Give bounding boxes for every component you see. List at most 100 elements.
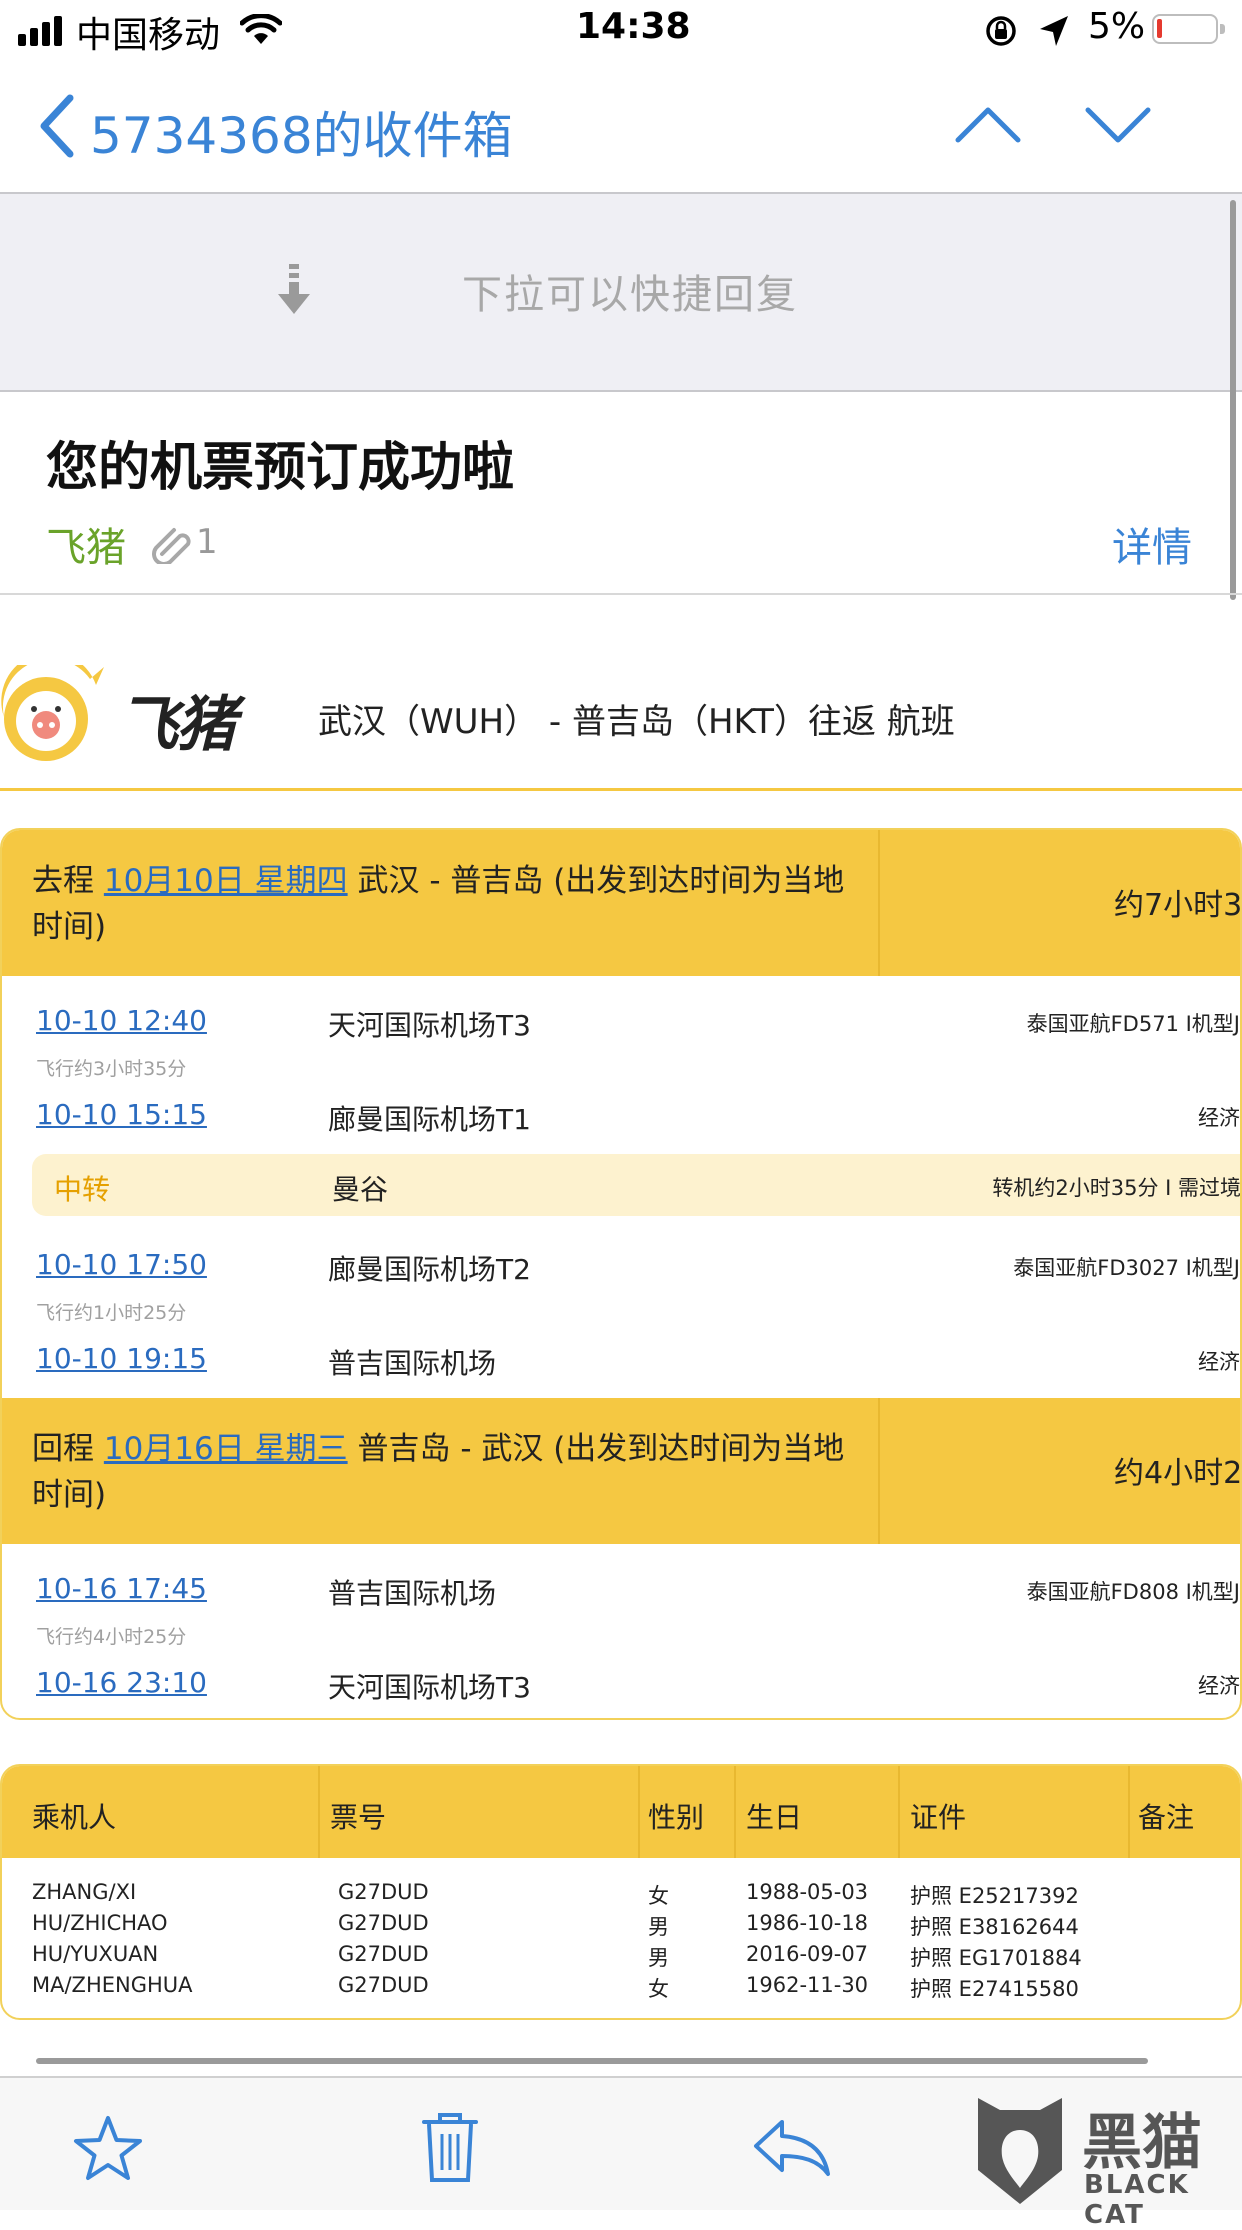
carrier-label: 中国移动 — [76, 15, 221, 56]
return-label: 回程 — [32, 1431, 94, 1467]
table-row: ZHANG/XI G27DUD 女 1988-05-03 护照 E2521739… — [2, 1880, 1240, 1911]
ticket-number: G27DUD — [338, 1973, 429, 1997]
star-flag-icon[interactable] — [72, 2114, 144, 2184]
arrival-time-link[interactable]: 10-10 15:15 — [36, 1098, 207, 1131]
pull-down-arrow-icon — [278, 264, 310, 314]
vertical-scrollbar[interactable] — [1230, 200, 1236, 600]
watermark: 黑猫 BLACK CAT — [970, 2090, 1242, 2230]
header-divider — [0, 593, 1242, 595]
passenger-table-header: 乘机人 票号 性别 生日 证件 备注 — [2, 1766, 1240, 1858]
departure-airport: 廊曼国际机场T2 — [328, 1253, 531, 1286]
paperclip-icon — [152, 527, 191, 566]
table-row: HU/ZHICHAO G27DUD 男 1986-10-18 护照 E38162… — [2, 1911, 1240, 1942]
itinerary-card: 去程 10月10日 星期四 武汉 - 普吉岛 (出发到达时间为当地时间) 约7小… — [0, 828, 1242, 1720]
outbound-date-link[interactable]: 10月10日 星期四 — [104, 863, 348, 899]
column-header: 票号 — [330, 1801, 387, 1834]
ticket-number: G27DUD — [338, 1911, 429, 1935]
gender: 女 — [648, 1884, 669, 1908]
flight-duration: 飞行约4小时25分 — [36, 1626, 187, 1648]
flight-info: 泰国亚航FD808 I机型J — [1026, 1580, 1240, 1604]
status-bar: 中国移动 14:38 5% — [0, 0, 1242, 62]
trash-icon[interactable] — [420, 2110, 480, 2184]
passenger-name: ZHANG/XI — [32, 1880, 137, 1904]
id-document: 护照 EG1701884 — [910, 1946, 1082, 1970]
flight-info: 泰国亚航FD3027 I机型J — [1013, 1256, 1240, 1280]
arrival-time-link[interactable]: 10-16 23:10 — [36, 1666, 207, 1699]
wifi-icon — [240, 14, 282, 44]
column-separator — [1128, 1766, 1130, 1858]
brand-wordmark: 飞猪 — [118, 690, 236, 760]
next-message-icon[interactable] — [1084, 104, 1152, 148]
return-header: 回程 10月16日 星期三 普吉岛 - 武汉 (出发到达时间为当地时间) 约4小… — [2, 1398, 1240, 1544]
outbound-header: 去程 10月10日 星期四 武汉 - 普吉岛 (出发到达时间为当地时间) 约7小… — [2, 830, 1242, 976]
birthday: 1986-10-18 — [746, 1911, 869, 1935]
id-document: 护照 E25217392 — [910, 1884, 1079, 1908]
black-cat-logo-icon — [978, 2098, 1062, 2204]
signal-icon — [18, 16, 62, 46]
id-document: 护照 E38162644 — [910, 1915, 1079, 1939]
arrival-airport: 天河国际机场T3 — [328, 1671, 531, 1704]
orientation-lock-icon — [986, 16, 1016, 46]
table-row: MA/ZHENGHUA G27DUD 女 1962-11-30 护照 E2741… — [2, 1973, 1240, 2004]
passenger-table: 乘机人 票号 性别 生日 证件 备注 ZHANG/XI G27DUD 女 198… — [0, 1764, 1242, 2020]
arrival-airport: 普吉国际机场 — [328, 1347, 497, 1380]
transfer-row: 中转 曼谷 转机约2小时35分 I 需过境签 — [32, 1154, 1242, 1216]
departure-time-link[interactable]: 10-16 17:45 — [36, 1572, 207, 1605]
transfer-city: 曼谷 — [332, 1173, 389, 1206]
header-separator — [878, 1398, 880, 1544]
gender: 女 — [648, 1977, 669, 2001]
column-separator — [318, 1766, 320, 1858]
battery-icon — [1152, 14, 1225, 44]
departure-airport: 普吉国际机场 — [328, 1577, 497, 1610]
battery-percent: 5% — [1088, 6, 1146, 47]
flight-info: 泰国亚航FD571 I机型J — [1026, 1012, 1240, 1036]
column-header: 生日 — [746, 1801, 803, 1834]
column-separator — [638, 1766, 640, 1858]
arrival-time-link[interactable]: 10-10 19:15 — [36, 1342, 207, 1375]
flight-duration: 飞行约1小时25分 — [36, 1302, 187, 1324]
horizontal-scrollbar[interactable] — [36, 2058, 1148, 2064]
attachment-count: 1 — [196, 522, 218, 562]
column-header: 性别 — [648, 1801, 705, 1834]
column-separator — [734, 1766, 736, 1858]
clock: 14:38 — [576, 6, 691, 47]
attachment-indicator[interactable]: 1 — [152, 522, 218, 566]
passenger-name: MA/ZHENGHUA — [32, 1973, 193, 1997]
transfer-info: 转机约2小时35分 I 需过境签 — [992, 1176, 1242, 1200]
sender-name[interactable]: 飞猪 — [46, 515, 126, 573]
column-header: 备注 — [1138, 1801, 1195, 1834]
table-row: HU/YUXUAN G27DUD 男 2016-09-07 护照 EG17018… — [2, 1942, 1240, 1973]
previous-message-icon[interactable] — [954, 102, 1022, 146]
header-separator — [878, 830, 880, 976]
pull-to-reply-area[interactable]: 下拉可以快捷回复 — [0, 194, 1242, 392]
gender: 男 — [648, 1946, 669, 1970]
departure-airport: 天河国际机场T3 — [328, 1009, 531, 1042]
return-date-link[interactable]: 10月16日 星期三 — [104, 1431, 348, 1467]
departure-time-link[interactable]: 10-10 12:40 — [36, 1004, 207, 1037]
departure-time-link[interactable]: 10-10 17:50 — [36, 1248, 207, 1281]
column-header: 乘机人 — [32, 1801, 117, 1834]
gender: 男 — [648, 1915, 669, 1939]
brand-underline — [0, 788, 1242, 791]
cabin-class: 经济 — [1198, 1674, 1240, 1698]
details-button[interactable]: 详情 — [1112, 515, 1192, 573]
route-title: 武汉（WUH） - 普吉岛（HKT）往返 航班 — [318, 702, 955, 742]
location-icon — [1040, 16, 1068, 46]
ticket-number: G27DUD — [338, 1942, 429, 1966]
flight-duration: 飞行约3小时35分 — [36, 1058, 187, 1080]
back-to-inbox-button[interactable]: 5734368的收件箱 — [90, 96, 513, 168]
outbound-duration: 约7小时35 — [1114, 888, 1242, 923]
transfer-label: 中转 — [54, 1173, 111, 1206]
watermark-subtitle: BLACK CAT — [1084, 2170, 1190, 2230]
ticket-number: G27DUD — [338, 1880, 429, 1904]
watermark-title: 黑猫 — [1082, 2108, 1202, 2178]
cabin-class: 经济 — [1198, 1106, 1240, 1130]
outbound-label: 去程 — [32, 863, 94, 899]
back-chevron-icon[interactable] — [36, 94, 76, 158]
passenger-name: HU/ZHICHAO — [32, 1911, 168, 1935]
birthday: 1962-11-30 — [746, 1973, 869, 1997]
passenger-name: HU/YUXUAN — [32, 1942, 159, 1966]
cabin-class: 经济 — [1198, 1350, 1240, 1374]
navigation-bar: 5734368的收件箱 — [0, 62, 1242, 194]
reply-icon[interactable] — [752, 2118, 832, 2178]
